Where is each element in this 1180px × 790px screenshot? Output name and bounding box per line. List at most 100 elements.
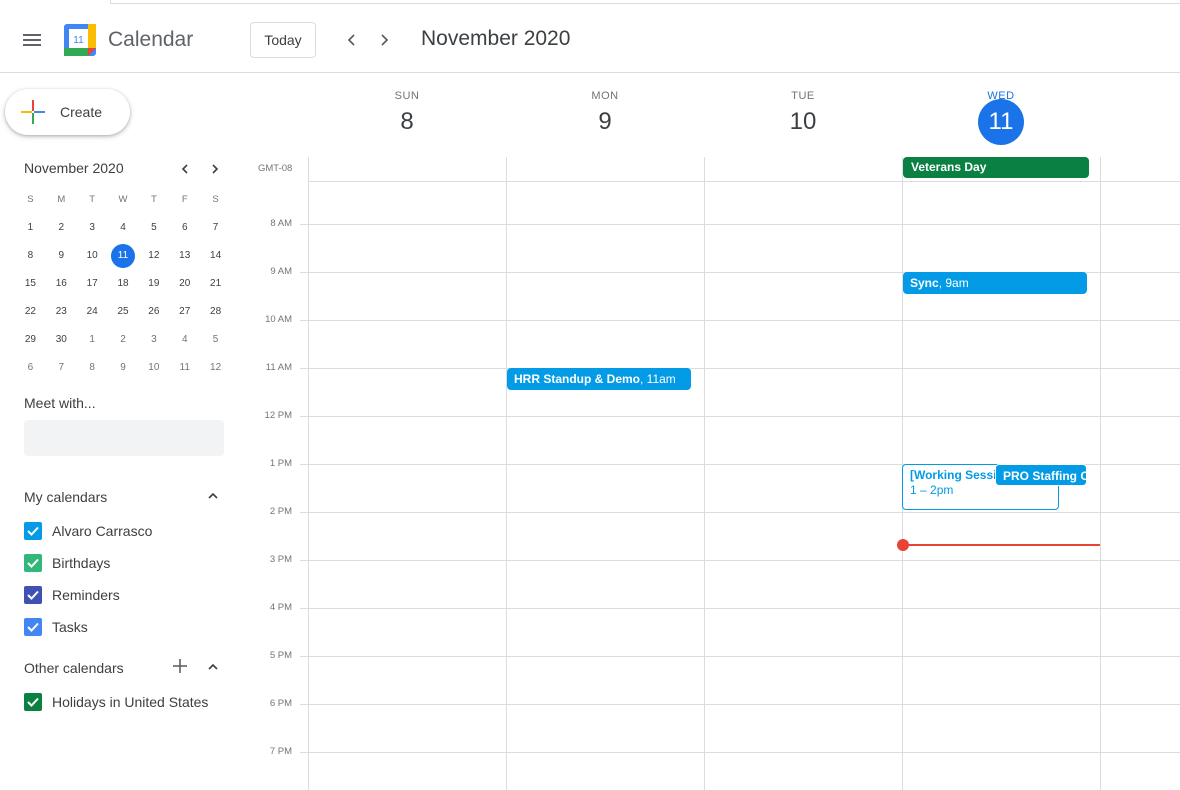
calendar-item[interactable]: Birthdays (24, 553, 110, 573)
meet-with-input[interactable] (24, 420, 224, 456)
mini-day-number: 2 (120, 334, 126, 345)
mini-day[interactable]: 6 (169, 216, 200, 240)
mini-day[interactable]: 12 (200, 356, 231, 380)
today-button[interactable]: Today (250, 22, 316, 58)
mini-day[interactable]: 11 (169, 356, 200, 380)
mini-day[interactable]: 1 (15, 216, 46, 240)
mini-day[interactable]: 10 (138, 356, 169, 380)
calendar-checkbox[interactable] (24, 522, 42, 540)
mini-day[interactable]: 7 (200, 216, 231, 240)
event-hrr-standup[interactable]: HRR Standup & Demo, 11am (507, 368, 691, 390)
collapse-my-calendars-button[interactable] (203, 486, 223, 506)
mini-day[interactable]: 6 (15, 356, 46, 380)
mini-day[interactable]: 28 (200, 300, 231, 324)
mini-day[interactable]: 22 (15, 300, 46, 324)
calendar-checkbox[interactable] (24, 586, 42, 604)
day-header-sun[interactable]: SUN 8 (308, 90, 506, 154)
my-calendars-heading[interactable]: My calendars (24, 489, 107, 505)
next-week-button[interactable] (368, 24, 400, 56)
add-other-calendar-button[interactable] (170, 656, 190, 676)
mini-day[interactable]: 8 (77, 356, 108, 380)
mini-day[interactable]: 8 (15, 244, 46, 268)
mini-day[interactable]: 5 (138, 216, 169, 240)
day-of-week-label: MON (591, 90, 619, 102)
current-time-line (903, 544, 1100, 546)
mini-day-number: 11 (111, 244, 135, 268)
mini-day[interactable]: 12 (138, 244, 169, 268)
mini-day-number: 8 (89, 362, 95, 373)
mini-day[interactable]: 20 (169, 272, 200, 296)
mini-weekday-label: S (27, 194, 34, 205)
event-sync[interactable]: Sync, 9am (903, 272, 1087, 294)
mini-day[interactable]: 17 (77, 272, 108, 296)
create-button-label: Create (60, 104, 103, 120)
mini-day[interactable]: 21 (200, 272, 231, 296)
mini-day[interactable]: 9 (108, 356, 139, 380)
day-header-mon[interactable]: MON 9 (506, 90, 704, 154)
calendar-item[interactable]: Holidays in United States (24, 692, 208, 712)
mini-day[interactable]: 1 (77, 328, 108, 352)
mini-next-month-button[interactable] (204, 158, 226, 180)
day-of-week-label: TUE (791, 90, 815, 102)
previous-week-button[interactable] (336, 24, 368, 56)
mini-calendar-title: November 2020 (24, 160, 124, 176)
mini-day[interactable]: 9 (46, 244, 77, 268)
mini-day[interactable]: 13 (169, 244, 200, 268)
day-number: 10 (789, 108, 817, 135)
mini-day[interactable]: 16 (46, 272, 77, 296)
collapse-other-calendars-button[interactable] (203, 657, 223, 677)
other-calendars-heading[interactable]: Other calendars (24, 660, 124, 676)
mini-day[interactable]: 5 (200, 328, 231, 352)
mini-day[interactable]: 19 (138, 272, 169, 296)
mini-day[interactable]: 30 (46, 328, 77, 352)
current-time-dot (897, 539, 909, 551)
calendar-item[interactable]: Tasks (24, 617, 88, 637)
calendar-item[interactable]: Alvaro Carrasco (24, 521, 152, 541)
event-title: HRR Standup & Demo (514, 372, 640, 386)
event-pro-staffing[interactable]: PRO Staffing Or (995, 464, 1087, 486)
mini-day[interactable]: 29 (15, 328, 46, 352)
mini-day[interactable]: 25 (108, 300, 139, 324)
mini-prev-month-button[interactable] (174, 158, 196, 180)
mini-week-row: 29 30 1 2 3 4 5 (15, 326, 231, 354)
mini-day[interactable]: 4 (169, 328, 200, 352)
calendar-name: Reminders (52, 587, 120, 603)
hour-label: 1 PM (269, 458, 292, 469)
mini-day[interactable]: 24 (77, 300, 108, 324)
chevron-up-icon (208, 492, 218, 499)
mini-day[interactable]: 2 (46, 216, 77, 240)
mini-day-number: 7 (212, 222, 219, 233)
mini-day[interactable]: 26 (138, 300, 169, 324)
calendar-checkbox[interactable] (24, 554, 42, 572)
hour-label: 9 AM (270, 266, 292, 277)
day-header-wed[interactable]: WED 11 (902, 90, 1100, 154)
checkmark-icon (27, 697, 39, 707)
mini-day[interactable]: 18 (108, 272, 139, 296)
calendar-name: Alvaro Carrasco (52, 523, 153, 539)
calendar-checkbox[interactable] (24, 693, 42, 711)
event-veterans-day[interactable]: Veterans Day (903, 157, 1089, 178)
checkmark-icon (27, 590, 39, 600)
main-menu-button[interactable] (12, 20, 52, 60)
mini-day[interactable]: 4 (108, 216, 139, 240)
mini-day[interactable]: 10 (77, 244, 108, 268)
hour-label: 6 PM (269, 698, 292, 709)
mini-day-number: 20 (179, 278, 191, 289)
mini-day-number: 17 (86, 278, 98, 289)
mini-day[interactable]: 15 (15, 272, 46, 296)
mini-day[interactable]: 23 (46, 300, 77, 324)
mini-day[interactable]: 11 (108, 244, 139, 268)
day-header-tue[interactable]: TUE 10 (704, 90, 902, 154)
calendar-item[interactable]: Reminders (24, 585, 120, 605)
timezone-label: GMT-08 (258, 163, 293, 174)
mini-day[interactable]: 7 (46, 356, 77, 380)
mini-day[interactable]: 3 (138, 328, 169, 352)
mini-day[interactable]: 27 (169, 300, 200, 324)
mini-day[interactable]: 2 (108, 328, 139, 352)
mini-day[interactable]: 3 (77, 216, 108, 240)
mini-day-number: 19 (148, 278, 160, 289)
calendar-name: Birthdays (52, 555, 111, 571)
mini-day[interactable]: 14 (200, 244, 231, 268)
create-button[interactable]: Create (5, 89, 130, 135)
calendar-checkbox[interactable] (24, 618, 42, 636)
